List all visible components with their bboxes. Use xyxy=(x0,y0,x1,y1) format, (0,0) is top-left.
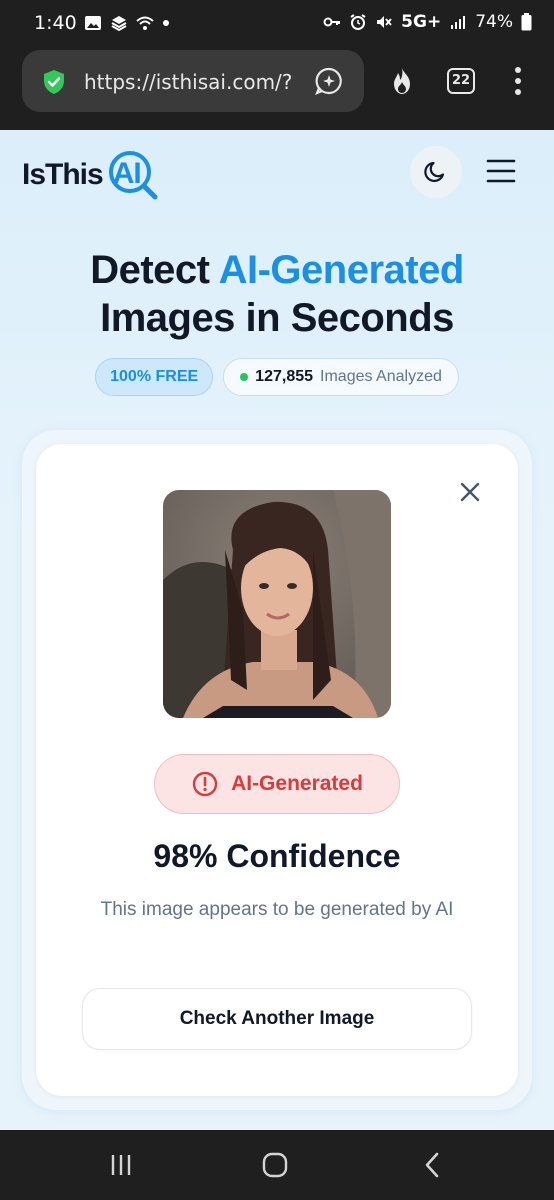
status-time: 1:40 xyxy=(34,12,77,34)
key-icon xyxy=(323,17,341,27)
battery-percent: 74% xyxy=(475,12,513,32)
recents-icon[interactable] xyxy=(106,1150,136,1180)
free-badge: 100% FREE xyxy=(95,358,214,396)
logo-prefix: IsThis xyxy=(22,158,104,191)
app-icon xyxy=(111,16,127,32)
logo-magnifier: AI xyxy=(107,150,165,200)
page-content: IsThis AI Detect AI-Generated Images in … xyxy=(0,130,554,1130)
hero-title-line2: Images in Seconds xyxy=(100,296,454,340)
status-dot-icon xyxy=(240,373,249,381)
moon-icon xyxy=(424,161,445,183)
images-analyzed-count: 127,855 xyxy=(255,368,314,385)
alert-circle-icon xyxy=(192,771,218,797)
image-icon xyxy=(85,16,101,30)
tabs-icon[interactable]: 22 xyxy=(447,68,475,94)
browser-toolbar: https://isthisai.com/? 22 xyxy=(0,48,554,130)
shield-check-icon[interactable] xyxy=(40,68,68,96)
images-analyzed-badge: 127,855 Images Analyzed xyxy=(223,358,459,396)
portrait-image xyxy=(163,490,391,718)
status-right: 5G+ 74% xyxy=(323,12,532,32)
images-analyzed-label: Images Analyzed xyxy=(320,368,442,385)
signal-icon xyxy=(451,16,466,29)
result-card: AI-Generated 98% Confidence This image a… xyxy=(36,444,518,1096)
hero-title-part1: Detect xyxy=(90,248,219,292)
network-type: 5G+ xyxy=(401,12,442,32)
fire-icon[interactable] xyxy=(388,66,416,96)
hero-title: Detect AI-Generated Images in Seconds xyxy=(0,246,554,342)
verdict-label: AI-Generated xyxy=(231,772,363,795)
check-another-image-button[interactable]: Check Another Image xyxy=(82,988,472,1050)
notification-icons xyxy=(84,14,170,32)
back-icon[interactable] xyxy=(418,1150,448,1180)
alarm-icon xyxy=(350,14,366,30)
system-nav-bar xyxy=(0,1130,554,1200)
assistant-icon[interactable] xyxy=(314,66,344,96)
status-bar: 1:40 5G+ 74% xyxy=(0,0,554,48)
analyzed-image xyxy=(163,490,391,718)
verdict-badge: AI-Generated xyxy=(154,754,400,814)
address-bar[interactable]: https://isthisai.com/? xyxy=(22,50,364,112)
result-card-frame: AI-Generated 98% Confidence This image a… xyxy=(22,430,532,1110)
site-logo[interactable]: IsThis AI xyxy=(22,150,165,200)
confidence-score: 98% Confidence xyxy=(153,838,401,874)
theme-toggle-button[interactable] xyxy=(410,146,462,198)
kebab-menu-icon[interactable] xyxy=(514,66,522,96)
mute-icon xyxy=(377,16,392,28)
dot-icon xyxy=(163,20,169,26)
close-icon[interactable] xyxy=(458,480,482,504)
url-text[interactable]: https://isthisai.com/? xyxy=(84,70,310,94)
hero-title-accent: AI-Generated xyxy=(218,248,465,292)
hamburger-menu-icon[interactable] xyxy=(486,158,516,184)
wifi-icon xyxy=(136,16,154,30)
home-icon[interactable] xyxy=(260,1150,290,1180)
badges-row: 100% FREE 127,855 Images Analyzed xyxy=(0,358,554,396)
logo-ai-text: AI xyxy=(112,157,142,190)
result-explanation: This image appears to be generated by AI xyxy=(100,899,454,920)
battery-icon xyxy=(521,13,532,31)
